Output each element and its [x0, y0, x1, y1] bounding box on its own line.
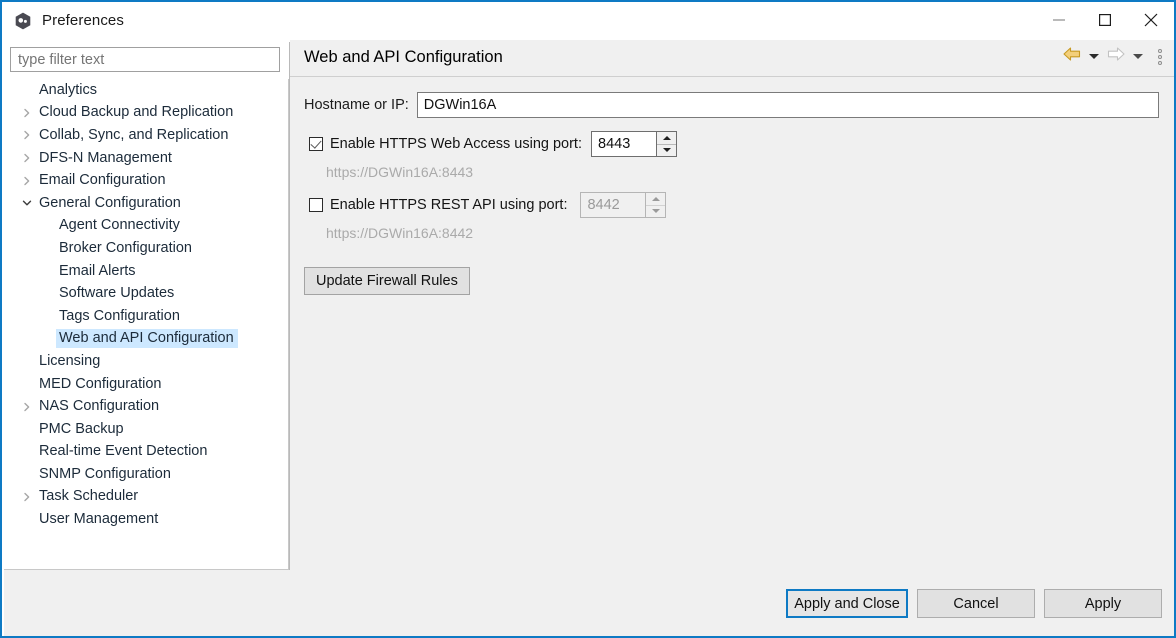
web-access-port-up-icon[interactable] — [657, 132, 676, 145]
rest-api-url-hint: https://DGWin16A:8442 — [326, 225, 474, 241]
rest-api-label: Enable HTTPS REST API using port: — [330, 197, 568, 213]
sidebar-item-label: Task Scheduler — [39, 488, 139, 505]
sidebar-item-label: NAS Configuration — [39, 398, 160, 415]
chevron-right-icon[interactable] — [18, 492, 36, 502]
web-access-port-buttons[interactable] — [656, 132, 676, 156]
sidebar-item-broker-configuration[interactable]: Broker Configuration — [4, 237, 288, 260]
sidebar-item-pmc-backup[interactable]: PMC Backup — [4, 418, 288, 441]
web-access-port-stepper[interactable]: 8443 — [591, 131, 677, 157]
sidebar-item-licensing[interactable]: Licensing — [4, 350, 288, 373]
sidebar-item-label: Collab, Sync, and Replication — [39, 126, 229, 143]
chevron-right-icon[interactable] — [18, 402, 36, 412]
sidebar-item-label: PMC Backup — [39, 420, 124, 437]
hostname-input[interactable] — [416, 92, 1159, 118]
web-access-port-down-icon[interactable] — [657, 145, 676, 157]
sidebar-item-label: Tags Configuration — [59, 307, 180, 324]
back-history-chevron-down-icon[interactable] — [1089, 54, 1099, 59]
sidebar-item-web-and-api-configuration[interactable]: Web and API Configuration — [4, 328, 288, 351]
page-title: Web and API Configuration — [304, 47, 503, 66]
update-firewall-rules-button[interactable]: Update Firewall Rules — [304, 267, 470, 295]
sidebar-item-agent-connectivity[interactable]: Agent Connectivity — [4, 215, 288, 238]
sidebar-item-label: Agent Connectivity — [59, 217, 180, 234]
sidebar-item-email-configuration[interactable]: Email Configuration — [4, 169, 288, 192]
web-api-form: Hostname or IP: Enable HTTPS Web Access … — [290, 77, 1174, 295]
sidebar-item-real-time-event-detection[interactable]: Real-time Event Detection — [4, 441, 288, 464]
rest-api-row: Enable HTTPS REST API using port: 8442 — [309, 192, 1174, 218]
cancel-button[interactable]: Cancel — [917, 589, 1035, 618]
sidebar-item-med-configuration[interactable]: MED Configuration — [4, 373, 288, 396]
rest-api-port-up-icon — [646, 193, 666, 206]
hostname-row: Hostname or IP: — [304, 92, 1174, 118]
apply-and-close-button[interactable]: Apply and Close — [786, 589, 908, 618]
chevron-right-icon[interactable] — [18, 130, 36, 140]
web-access-checkbox[interactable] — [309, 137, 323, 151]
sidebar-item-task-scheduler[interactable]: Task Scheduler — [4, 486, 288, 509]
back-arrow-icon[interactable] — [1062, 46, 1082, 67]
dialog-footer: Apply and Close Cancel Apply — [4, 570, 1174, 636]
sidebar-item-software-updates[interactable]: Software Updates — [4, 282, 288, 305]
content-header: Web and API Configuration — [290, 40, 1174, 77]
sidebar-item-dfs-n-management[interactable]: DFS-N Management — [4, 147, 288, 170]
sidebar-item-nas-configuration[interactable]: NAS Configuration — [4, 395, 288, 418]
web-access-label: Enable HTTPS Web Access using port: — [330, 136, 582, 152]
hostname-label: Hostname or IP: — [304, 97, 409, 113]
sidebar-item-cloud-backup-and-replication[interactable]: Cloud Backup and Replication — [4, 102, 288, 125]
apply-button[interactable]: Apply — [1044, 589, 1162, 618]
filter-input[interactable] — [10, 47, 280, 72]
sidebar-item-label: MED Configuration — [39, 375, 162, 392]
title-bar: Preferences — [2, 2, 1174, 39]
sidebar-item-tags-configuration[interactable]: Tags Configuration — [4, 305, 288, 328]
chevron-right-icon[interactable] — [18, 176, 36, 186]
window-title: Preferences — [42, 12, 124, 29]
preferences-tree[interactable]: Analytics Cloud Backup and Replication Col… — [4, 79, 289, 570]
sidebar-item-label: Real-time Event Detection — [39, 443, 208, 460]
close-button[interactable] — [1128, 2, 1174, 38]
sidebar-item-label: Analytics — [39, 81, 98, 98]
app-icon — [14, 12, 32, 30]
sidebar-item-label: Software Updates — [59, 285, 175, 302]
sidebar-item-label: Cloud Backup and Replication — [39, 104, 234, 121]
sidebar-item-label: Email Alerts — [59, 262, 136, 279]
window-controls — [1036, 2, 1174, 38]
sidebar-item-user-management[interactable]: User Management — [4, 508, 288, 531]
sidebar-item-label: User Management — [39, 511, 159, 528]
sidebar-item-label: Email Configuration — [39, 172, 166, 189]
preferences-window: Preferences Analytics Cloud Backup and Re… — [0, 0, 1176, 638]
navigation-toolbar — [1062, 46, 1166, 67]
rest-api-port-value: 8442 — [587, 197, 620, 213]
chevron-down-icon[interactable] — [18, 198, 36, 208]
minimize-button[interactable] — [1036, 2, 1082, 38]
sidebar-item-snmp-configuration[interactable]: SNMP Configuration — [4, 463, 288, 486]
web-access-row: Enable HTTPS Web Access using port: 8443 — [309, 131, 1174, 157]
chevron-right-icon[interactable] — [18, 153, 36, 163]
sidebar-item-label: General Configuration — [39, 194, 181, 211]
forward-history-chevron-down-icon[interactable] — [1133, 54, 1143, 59]
sidebar-item-label: Licensing — [39, 352, 101, 369]
rest-api-port-buttons — [645, 193, 666, 218]
kebab-menu-icon[interactable] — [1158, 48, 1162, 65]
chevron-right-icon[interactable] — [18, 108, 36, 118]
sidebar-item-label: SNMP Configuration — [39, 465, 171, 482]
rest-api-port-stepper: 8442 — [580, 192, 667, 218]
content-panel: Web and API Configuration Hostname or IP… — [290, 40, 1174, 570]
sidebar-item-analytics[interactable]: Analytics — [4, 79, 288, 102]
web-access-port-value[interactable]: 8443 — [592, 132, 656, 156]
sidebar-item-collab-sync-and-replication[interactable]: Collab, Sync, and Replication — [4, 124, 288, 147]
dialog-button-row: Apply and Close Cancel Apply — [786, 589, 1162, 618]
web-access-url-hint: https://DGWin16A:8443 — [326, 164, 474, 180]
rest-api-checkbox[interactable] — [309, 198, 323, 212]
maximize-button[interactable] — [1082, 2, 1128, 38]
sidebar-item-email-alerts[interactable]: Email Alerts — [4, 260, 288, 283]
forward-arrow-icon — [1106, 46, 1126, 67]
rest-api-port-down-icon — [646, 206, 665, 218]
sidebar-item-general-configuration[interactable]: General Configuration — [4, 192, 288, 215]
sidebar-item-label: Web and API Configuration — [56, 329, 238, 349]
sidebar-item-label: DFS-N Management — [39, 149, 172, 166]
sidebar-item-label: Broker Configuration — [59, 239, 192, 256]
